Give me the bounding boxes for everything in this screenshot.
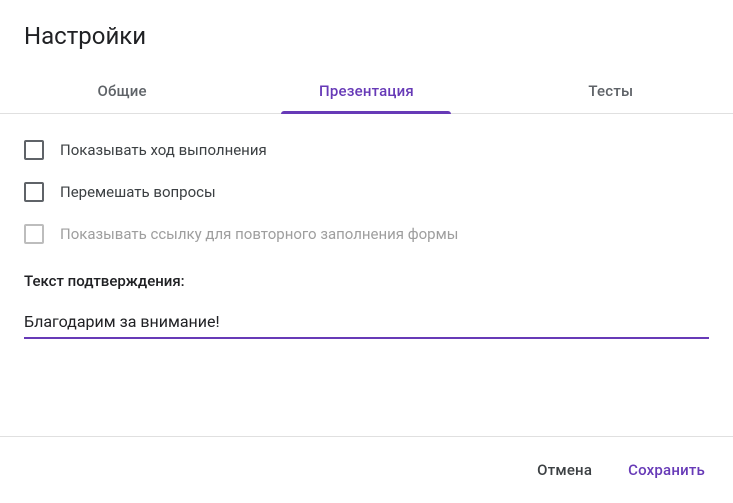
tab-quizzes[interactable]: Тесты [489, 68, 733, 113]
confirmation-input[interactable] [24, 308, 709, 339]
checkbox-show-resubmit-link [24, 224, 44, 244]
option-show-progress: Показывать ход выполнения [24, 140, 709, 160]
tab-quizzes-label: Тесты [588, 82, 633, 100]
dialog-title: Настройки [24, 22, 709, 50]
tab-presentation-label: Презентация [319, 82, 414, 100]
checkbox-show-progress[interactable] [24, 140, 44, 160]
dialog-header: Настройки [0, 0, 733, 68]
dialog-content: Показывать ход выполнения Перемешать воп… [0, 114, 733, 436]
label-show-progress: Показывать ход выполнения [60, 141, 267, 159]
dialog-footer: Отмена Сохранить [0, 436, 733, 503]
save-button[interactable]: Сохранить [624, 455, 709, 485]
label-shuffle-questions: Перемешать вопросы [60, 183, 216, 201]
cancel-button[interactable]: Отмена [533, 455, 596, 485]
option-shuffle-questions: Перемешать вопросы [24, 182, 709, 202]
confirmation-label: Текст подтверждения: [24, 272, 709, 290]
option-show-resubmit-link: Показывать ссылку для повторного заполне… [24, 224, 709, 244]
tab-general-label: Общие [98, 82, 147, 100]
tab-general[interactable]: Общие [0, 68, 244, 113]
settings-dialog: Настройки Общие Презентация Тесты Показы… [0, 0, 733, 503]
tab-presentation[interactable]: Презентация [244, 68, 488, 113]
checkbox-shuffle-questions[interactable] [24, 182, 44, 202]
label-show-resubmit-link: Показывать ссылку для повторного заполне… [60, 225, 458, 243]
tabs-bar: Общие Презентация Тесты [0, 68, 733, 114]
